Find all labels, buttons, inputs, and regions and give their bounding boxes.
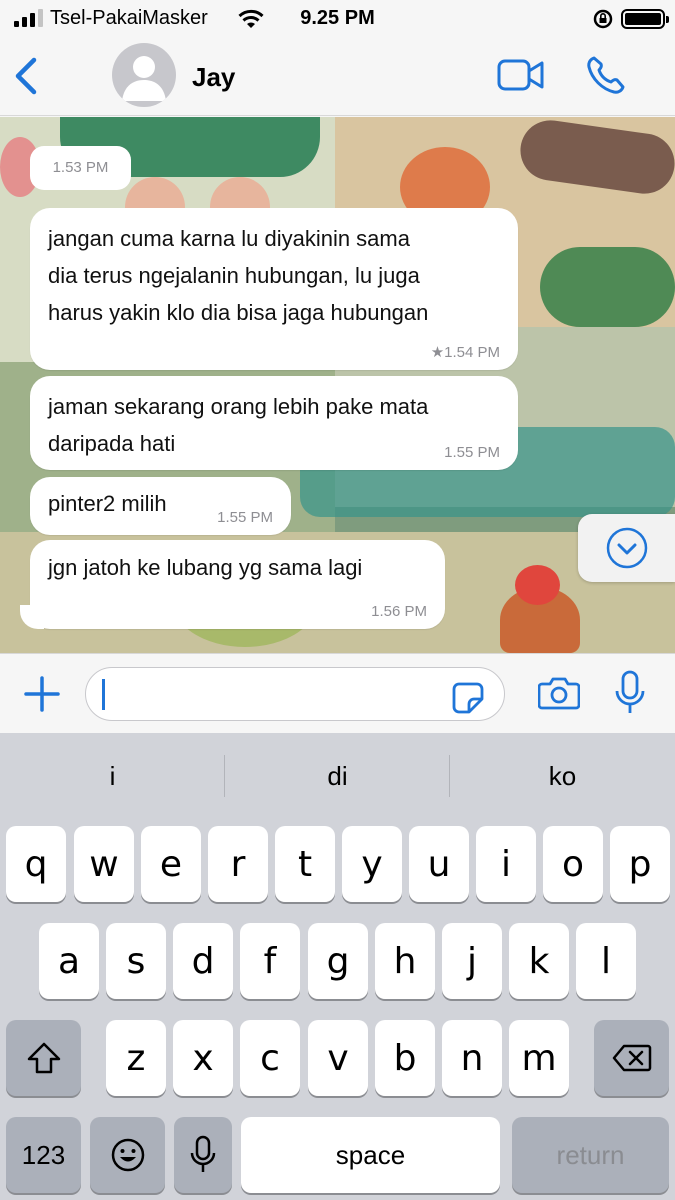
key-g[interactable]: g — [308, 923, 368, 999]
key-n[interactable]: n — [442, 1020, 502, 1096]
key-p[interactable]: p — [610, 826, 670, 902]
message-bubble[interactable]: jangan cuma karna lu diyakinin sama dia … — [30, 208, 518, 370]
key-e[interactable]: e — [141, 826, 201, 902]
key-k[interactable]: k — [509, 923, 569, 999]
key-z[interactable]: z — [106, 1020, 166, 1096]
chevron-down-circle-icon — [606, 527, 647, 569]
message-text-line: jangan cuma karna lu diyakinin sama — [48, 226, 410, 251]
message-input[interactable] — [85, 667, 505, 721]
plus-icon[interactable] — [22, 674, 62, 714]
sticker-icon[interactable] — [451, 681, 485, 715]
chat-area[interactable]: 1.53 PM jangan cuma karna lu diyakinin s… — [0, 117, 675, 653]
key-m[interactable]: m — [509, 1020, 569, 1096]
phone-call-icon[interactable] — [585, 54, 627, 96]
key-x[interactable]: x — [173, 1020, 233, 1096]
battery-icon — [621, 9, 669, 29]
key-f[interactable]: f — [240, 923, 300, 999]
return-key[interactable]: return — [512, 1117, 669, 1193]
message-input-bar — [0, 653, 675, 733]
key-o[interactable]: o — [543, 826, 603, 902]
key-i[interactable]: i — [476, 826, 536, 902]
contact-name[interactable]: Jay — [192, 62, 235, 93]
key-c[interactable]: c — [240, 1020, 300, 1096]
message-text-line: harus yakin klo dia bisa jaga hubungan — [48, 300, 429, 325]
message-time: 1.55 PM — [444, 444, 500, 461]
key-h[interactable]: h — [375, 923, 435, 999]
key-j[interactable]: j — [442, 923, 502, 999]
key-r[interactable]: r — [208, 826, 268, 902]
suggestion-bar: i di ko — [0, 733, 675, 821]
key-u[interactable]: u — [409, 826, 469, 902]
key-a[interactable]: a — [39, 923, 99, 999]
keyboard: i di ko q w e r t y u i o p a s d f g h … — [0, 733, 675, 1200]
suggestion-1[interactable]: i — [0, 761, 225, 792]
key-l[interactable]: l — [576, 923, 636, 999]
emoji-icon — [111, 1138, 144, 1172]
camera-icon[interactable] — [538, 676, 580, 710]
space-key[interactable]: space — [241, 1117, 500, 1193]
key-q[interactable]: q — [6, 826, 66, 902]
message-timestamp: 1.53 PM — [30, 146, 131, 190]
key-d[interactable]: d — [173, 923, 233, 999]
clock: 9.25 PM — [300, 7, 375, 29]
text-cursor — [102, 679, 105, 710]
message-text-line: daripada hati — [48, 431, 176, 456]
scroll-to-bottom-button[interactable] — [578, 514, 675, 582]
key-w[interactable]: w — [74, 826, 134, 902]
message-bubble[interactable]: jgn jatoh ke lubang yg sama lagi 1.56 PM — [30, 540, 445, 629]
numbers-key[interactable]: 123 — [6, 1117, 81, 1193]
status-bar: Tsel-PakaiMasker 9.25 PM — [0, 0, 675, 38]
contact-avatar[interactable] — [112, 43, 176, 107]
microphone-icon[interactable] — [614, 670, 646, 716]
message-text-line: jgn jatoh ke lubang yg sama lagi — [48, 555, 363, 580]
rotation-lock-icon — [593, 9, 613, 29]
shift-arrow-icon — [27, 1042, 60, 1074]
delete-key[interactable] — [594, 1020, 669, 1096]
shift-key[interactable] — [6, 1020, 81, 1096]
suggestion-2[interactable]: di — [225, 761, 450, 792]
message-time: 1.55 PM — [217, 509, 273, 526]
microphone-icon — [190, 1135, 216, 1172]
message-time: ★1.54 PM — [430, 344, 500, 361]
key-y[interactable]: y — [342, 826, 402, 902]
video-call-icon[interactable] — [497, 58, 545, 92]
message-text-line: dia terus ngejalanin hubungan, lu juga — [48, 263, 420, 288]
message-time: 1.56 PM — [371, 603, 427, 620]
suggestion-3[interactable]: ko — [450, 761, 675, 792]
back-chevron-icon[interactable] — [12, 54, 42, 98]
message-bubble[interactable]: jaman sekarang orang lebih pake mata dar… — [30, 376, 518, 470]
emoji-key[interactable] — [90, 1117, 165, 1193]
person-icon — [122, 56, 166, 101]
backspace-icon — [612, 1044, 651, 1072]
key-s[interactable]: s — [106, 923, 166, 999]
message-bubble[interactable]: pinter2 milih 1.55 PM — [30, 477, 291, 535]
key-t[interactable]: t — [275, 826, 335, 902]
message-text-line: jaman sekarang orang lebih pake mata — [48, 394, 429, 419]
key-v[interactable]: v — [308, 1020, 368, 1096]
dictation-key[interactable] — [174, 1117, 232, 1193]
chat-header: Jay — [0, 38, 675, 116]
key-b[interactable]: b — [375, 1020, 435, 1096]
